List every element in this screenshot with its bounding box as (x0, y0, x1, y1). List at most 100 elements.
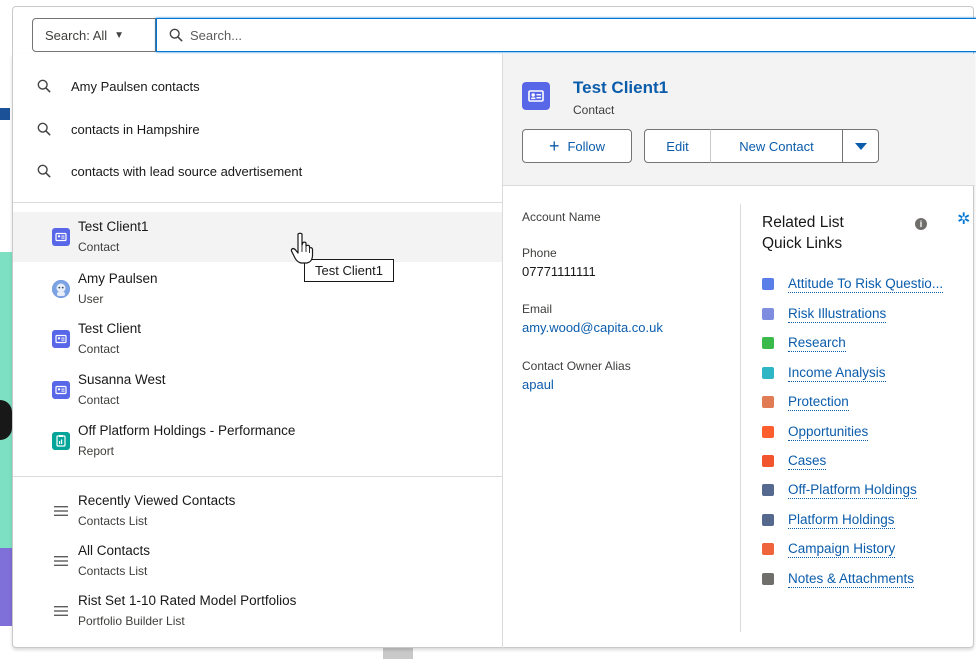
list-type: Portfolio Builder List (78, 614, 185, 628)
quick-link-item[interactable]: Protection (762, 387, 849, 417)
search-scope-dropdown[interactable]: Search: All ▼ (32, 18, 156, 52)
email-label: Email (522, 302, 553, 316)
platform-holdings-icon (762, 514, 774, 526)
phone-value: 07771111111 (522, 264, 596, 279)
preview-title[interactable]: Test Client1 (573, 78, 668, 98)
list-icon (52, 552, 70, 570)
suggestion-item[interactable]: contacts with lead source advertisement (13, 151, 502, 191)
background-fragment (0, 108, 10, 120)
edit-label: Edit (666, 138, 689, 154)
divider (13, 202, 502, 203)
quick-link-label[interactable]: Opportunities (788, 423, 869, 441)
search-icon (37, 79, 51, 93)
quick-link-item[interactable]: Cases (762, 446, 827, 476)
suggestion-item[interactable]: Amy Paulsen contacts (13, 66, 502, 106)
result-item-susanna-west[interactable]: Susanna West Contact (13, 365, 502, 415)
new-contact-label: New Contact (739, 138, 814, 154)
result-item-test-client1[interactable]: Test Client1 Contact (13, 212, 502, 262)
contact-icon (52, 228, 70, 246)
plus-icon: + (548, 136, 560, 156)
info-icon[interactable]: i (915, 218, 927, 230)
email-link[interactable]: amy.wood@capita.co.uk (522, 320, 663, 335)
related-list-title: Related List Quick Links (762, 214, 844, 252)
hand-cursor-icon (290, 232, 314, 264)
income-analysis-icon (762, 367, 774, 379)
search-input-wrapper[interactable] (156, 18, 976, 52)
search-icon (37, 122, 51, 136)
list-item-model-portfolios[interactable]: Rist Set 1-10 Rated Model Portfolios Por… (13, 586, 502, 636)
quick-link-item[interactable]: Income Analysis (762, 358, 886, 388)
quick-link-item[interactable]: Attitude To Risk Questio... (762, 269, 944, 299)
result-type: Contact (78, 240, 120, 254)
list-title: Recently Viewed Contacts (78, 493, 236, 508)
quick-link-label[interactable]: Risk Illustrations (788, 305, 887, 323)
quick-link-item[interactable]: Opportunities (762, 417, 869, 447)
cases-icon (762, 455, 774, 467)
more-actions-button[interactable] (842, 129, 879, 163)
list-title: All Contacts (78, 543, 151, 558)
result-title: Test Client1 (78, 219, 149, 234)
preview-subtitle: Contact (573, 103, 615, 117)
quick-link-item[interactable]: Campaign History (762, 534, 896, 564)
quick-link-label[interactable]: Platform Holdings (788, 511, 895, 529)
result-item-test-client[interactable]: Test Client Contact (13, 314, 502, 364)
notes-attachments-icon (762, 573, 774, 585)
search-scope-label: Search: All (45, 27, 108, 43)
caret-down-icon (854, 142, 867, 150)
quick-link-label[interactable]: Notes & Attachments (788, 570, 915, 588)
follow-button[interactable]: + Follow (522, 129, 632, 163)
quick-link-label[interactable]: Attitude To Risk Questio... (788, 275, 944, 293)
report-icon (52, 432, 70, 450)
record-preview-panel: Test Client1 Contact + Follow Edit New C… (503, 54, 975, 648)
result-type: User (78, 292, 104, 306)
suggestion-label: contacts with lead source advertisement (71, 163, 303, 179)
edit-button[interactable]: Edit (644, 129, 711, 163)
contact-icon (52, 330, 70, 348)
suggestion-label: Amy Paulsen contacts (71, 78, 200, 94)
quick-link-label[interactable]: Off-Platform Holdings (788, 481, 917, 499)
background-fragment (0, 400, 12, 440)
research-icon (762, 337, 774, 349)
new-contact-button[interactable]: New Contact (710, 129, 843, 163)
list-title: Rist Set 1-10 Rated Model Portfolios (78, 593, 297, 608)
quick-link-label[interactable]: Research (788, 334, 846, 352)
quick-link-label[interactable]: Cases (788, 452, 827, 470)
quick-link-item[interactable]: Off-Platform Holdings (762, 475, 917, 505)
gear-icon[interactable]: ✲ (957, 209, 970, 229)
result-type: Report (78, 444, 115, 458)
result-title: Test Client (78, 321, 142, 336)
result-type: Contact (78, 342, 120, 356)
quick-link-label[interactable]: Income Analysis (788, 364, 886, 382)
divider (740, 204, 741, 632)
tooltip: Test Client1 (304, 259, 394, 282)
phone-label: Phone (522, 246, 557, 260)
result-item-report[interactable]: Off Platform Holdings - Performance Repo… (13, 416, 502, 466)
list-item-recently-viewed[interactable]: Recently Viewed Contacts Contacts List (13, 486, 502, 536)
result-title: Susanna West (78, 372, 166, 387)
quick-link-label[interactable]: Campaign History (788, 540, 896, 558)
quick-link-item[interactable]: Notes & Attachments (762, 564, 915, 594)
suggestion-label: contacts in Hampshire (71, 121, 200, 137)
result-item-amy-paulsen[interactable]: Amy Paulsen User (13, 264, 502, 314)
suggestion-item[interactable]: contacts in Hampshire (13, 109, 502, 149)
search-input[interactable] (190, 27, 890, 43)
search-results-dropdown: Amy Paulsen contacts contacts in Hampshi… (12, 54, 975, 648)
protection-icon (762, 396, 774, 408)
user-avatar-icon (52, 280, 70, 298)
quick-link-item[interactable]: Research (762, 328, 846, 358)
list-type: Contacts List (78, 564, 148, 578)
background-fragment (383, 648, 413, 659)
result-title: Amy Paulsen (78, 271, 158, 286)
quick-link-item[interactable]: Risk Illustrations (762, 299, 887, 329)
quick-link-item[interactable]: Platform Holdings (762, 505, 895, 535)
opportunities-icon (762, 426, 774, 438)
owner-link[interactable]: apaul (522, 377, 554, 392)
results-list: Amy Paulsen contacts contacts in Hampshi… (13, 54, 503, 648)
off-platform-holdings-icon (762, 484, 774, 496)
campaign-history-icon (762, 543, 774, 555)
attitude-to-risk-icon (762, 278, 774, 290)
preview-header: Test Client1 Contact + Follow Edit New C… (503, 54, 975, 186)
quick-link-label[interactable]: Protection (788, 393, 849, 411)
list-item-all-contacts[interactable]: All Contacts Contacts List (13, 536, 502, 586)
contact-icon (522, 82, 550, 110)
